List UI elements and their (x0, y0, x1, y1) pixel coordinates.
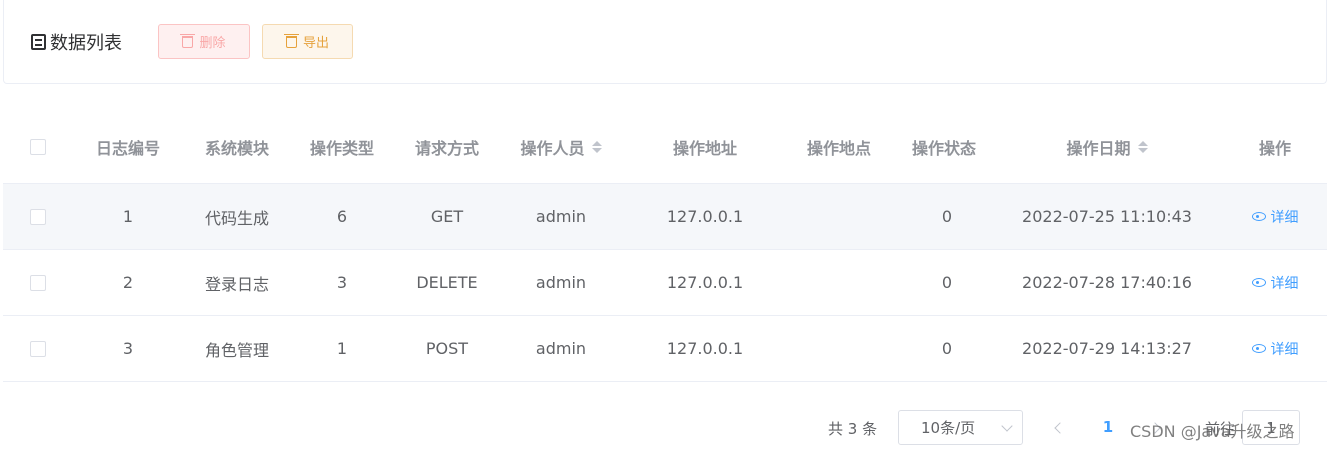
cell-status: 0 (941, 207, 953, 226)
sort-caret-icon[interactable] (1137, 140, 1148, 153)
cell-id: 2 (122, 273, 134, 292)
pagination-total: 共 3 条 (828, 420, 878, 438)
cell-module: 代码生成 (204, 208, 269, 228)
cell-date: 2022-07-28 17:40:16 (1022, 273, 1192, 292)
cell-status: 0 (941, 273, 953, 292)
col-header-operator[interactable]: 操作人员 (501, 110, 621, 183)
cell-action: 详细 (1225, 250, 1325, 315)
col-header-module: 系统模块 (204, 138, 269, 158)
watermark: CSDN @Java升级之路 (1130, 422, 1295, 441)
card-title-text: 数据列表 (50, 33, 122, 54)
detail-link[interactable]: 详细 (1251, 273, 1299, 293)
delete-button-label: 删除 (199, 36, 226, 51)
trash-icon (180, 33, 196, 48)
cell-method: GET (430, 207, 464, 226)
prev-page-button[interactable] (1052, 420, 1066, 436)
cell-operator: admin (535, 339, 587, 358)
pagination: 共 3 条 10条/页 1 前往 1 CSDN @Java升级之路 (0, 410, 1337, 446)
cell-operator: admin (535, 273, 587, 292)
col-header-operator-label: 操作人员 (520, 138, 585, 158)
cell-ip: 127.0.0.1 (666, 273, 744, 292)
col-header-status: 操作状态 (911, 138, 976, 158)
cell-method: DELETE (416, 273, 478, 292)
col-header-date[interactable]: 操作日期 (999, 110, 1215, 183)
delete-button[interactable]: 删除 (158, 24, 250, 59)
row-select-cell (23, 316, 53, 381)
cell-id: 1 (122, 207, 134, 226)
col-header-action: 操作 (1258, 138, 1291, 158)
eye-icon (1251, 212, 1266, 221)
cell-method: POST (425, 339, 469, 358)
detail-label: 详细 (1270, 209, 1299, 226)
cell-action: 详细 (1225, 184, 1325, 249)
cell-type: 1 (336, 339, 348, 358)
cell-location (789, 184, 889, 249)
eye-icon (1251, 278, 1266, 287)
row-select-cell (23, 184, 53, 249)
cell-date: 2022-07-25 11:10:43 (1022, 207, 1192, 226)
table-row: 1 代码生成 6 GET admin 127.0.0.1 0 2022-07-2… (3, 184, 1327, 250)
cell-status: 0 (941, 339, 953, 358)
col-header-method: 请求方式 (414, 138, 479, 158)
col-header-date-label: 操作日期 (1066, 138, 1131, 158)
cell-date: 2022-07-29 14:13:27 (1022, 339, 1192, 358)
eye-icon (1251, 344, 1266, 353)
detail-link[interactable]: 详细 (1251, 339, 1299, 359)
row-checkbox[interactable] (30, 274, 46, 291)
col-header-ip: 操作地址 (672, 138, 737, 158)
cell-module: 登录日志 (204, 274, 269, 294)
trash-icon (283, 33, 299, 48)
detail-label: 详细 (1270, 341, 1299, 358)
row-select-cell (23, 250, 53, 315)
row-checkbox[interactable] (30, 340, 46, 357)
cell-type: 3 (336, 273, 348, 292)
table-row: 3 角色管理 1 POST admin 127.0.0.1 0 2022-07-… (3, 316, 1327, 382)
export-button-label: 导出 (302, 36, 329, 51)
cell-action: 详细 (1225, 316, 1325, 381)
export-button[interactable]: 导出 (262, 24, 353, 59)
chevron-down-icon (1001, 420, 1013, 432)
cell-ip: 127.0.0.1 (666, 207, 744, 226)
row-checkbox[interactable] (30, 208, 46, 225)
col-header-type: 操作类型 (309, 138, 374, 158)
cell-ip: 127.0.0.1 (666, 339, 744, 358)
cell-operator: admin (535, 207, 587, 226)
table-row: 2 登录日志 3 DELETE admin 127.0.0.1 0 2022-0… (3, 250, 1327, 316)
cell-location (789, 316, 889, 381)
page-number-1[interactable]: 1 (1098, 418, 1118, 436)
header-card: 数据列表 删除 导出 (3, 0, 1327, 84)
select-all-checkbox[interactable] (30, 138, 46, 155)
page-size-select[interactable]: 10条/页 (898, 410, 1023, 445)
list-icon (31, 34, 46, 50)
select-all-cell (23, 110, 53, 183)
detail-label: 详细 (1270, 275, 1299, 292)
page-size-value: 10条/页 (921, 419, 976, 437)
cell-location (789, 250, 889, 315)
card-title: 数据列表 (31, 29, 122, 55)
cell-module: 角色管理 (204, 340, 269, 360)
col-header-id: 日志编号 (95, 138, 160, 158)
detail-link[interactable]: 详细 (1251, 207, 1299, 227)
table-header-row: 日志编号 系统模块 操作类型 请求方式 操作人员 操作地址 操作地点 操作状态 … (3, 110, 1327, 184)
col-header-location: 操作地点 (806, 138, 871, 158)
cell-id: 3 (122, 339, 134, 358)
cell-type: 6 (336, 207, 348, 226)
sort-caret-icon[interactable] (591, 140, 602, 153)
